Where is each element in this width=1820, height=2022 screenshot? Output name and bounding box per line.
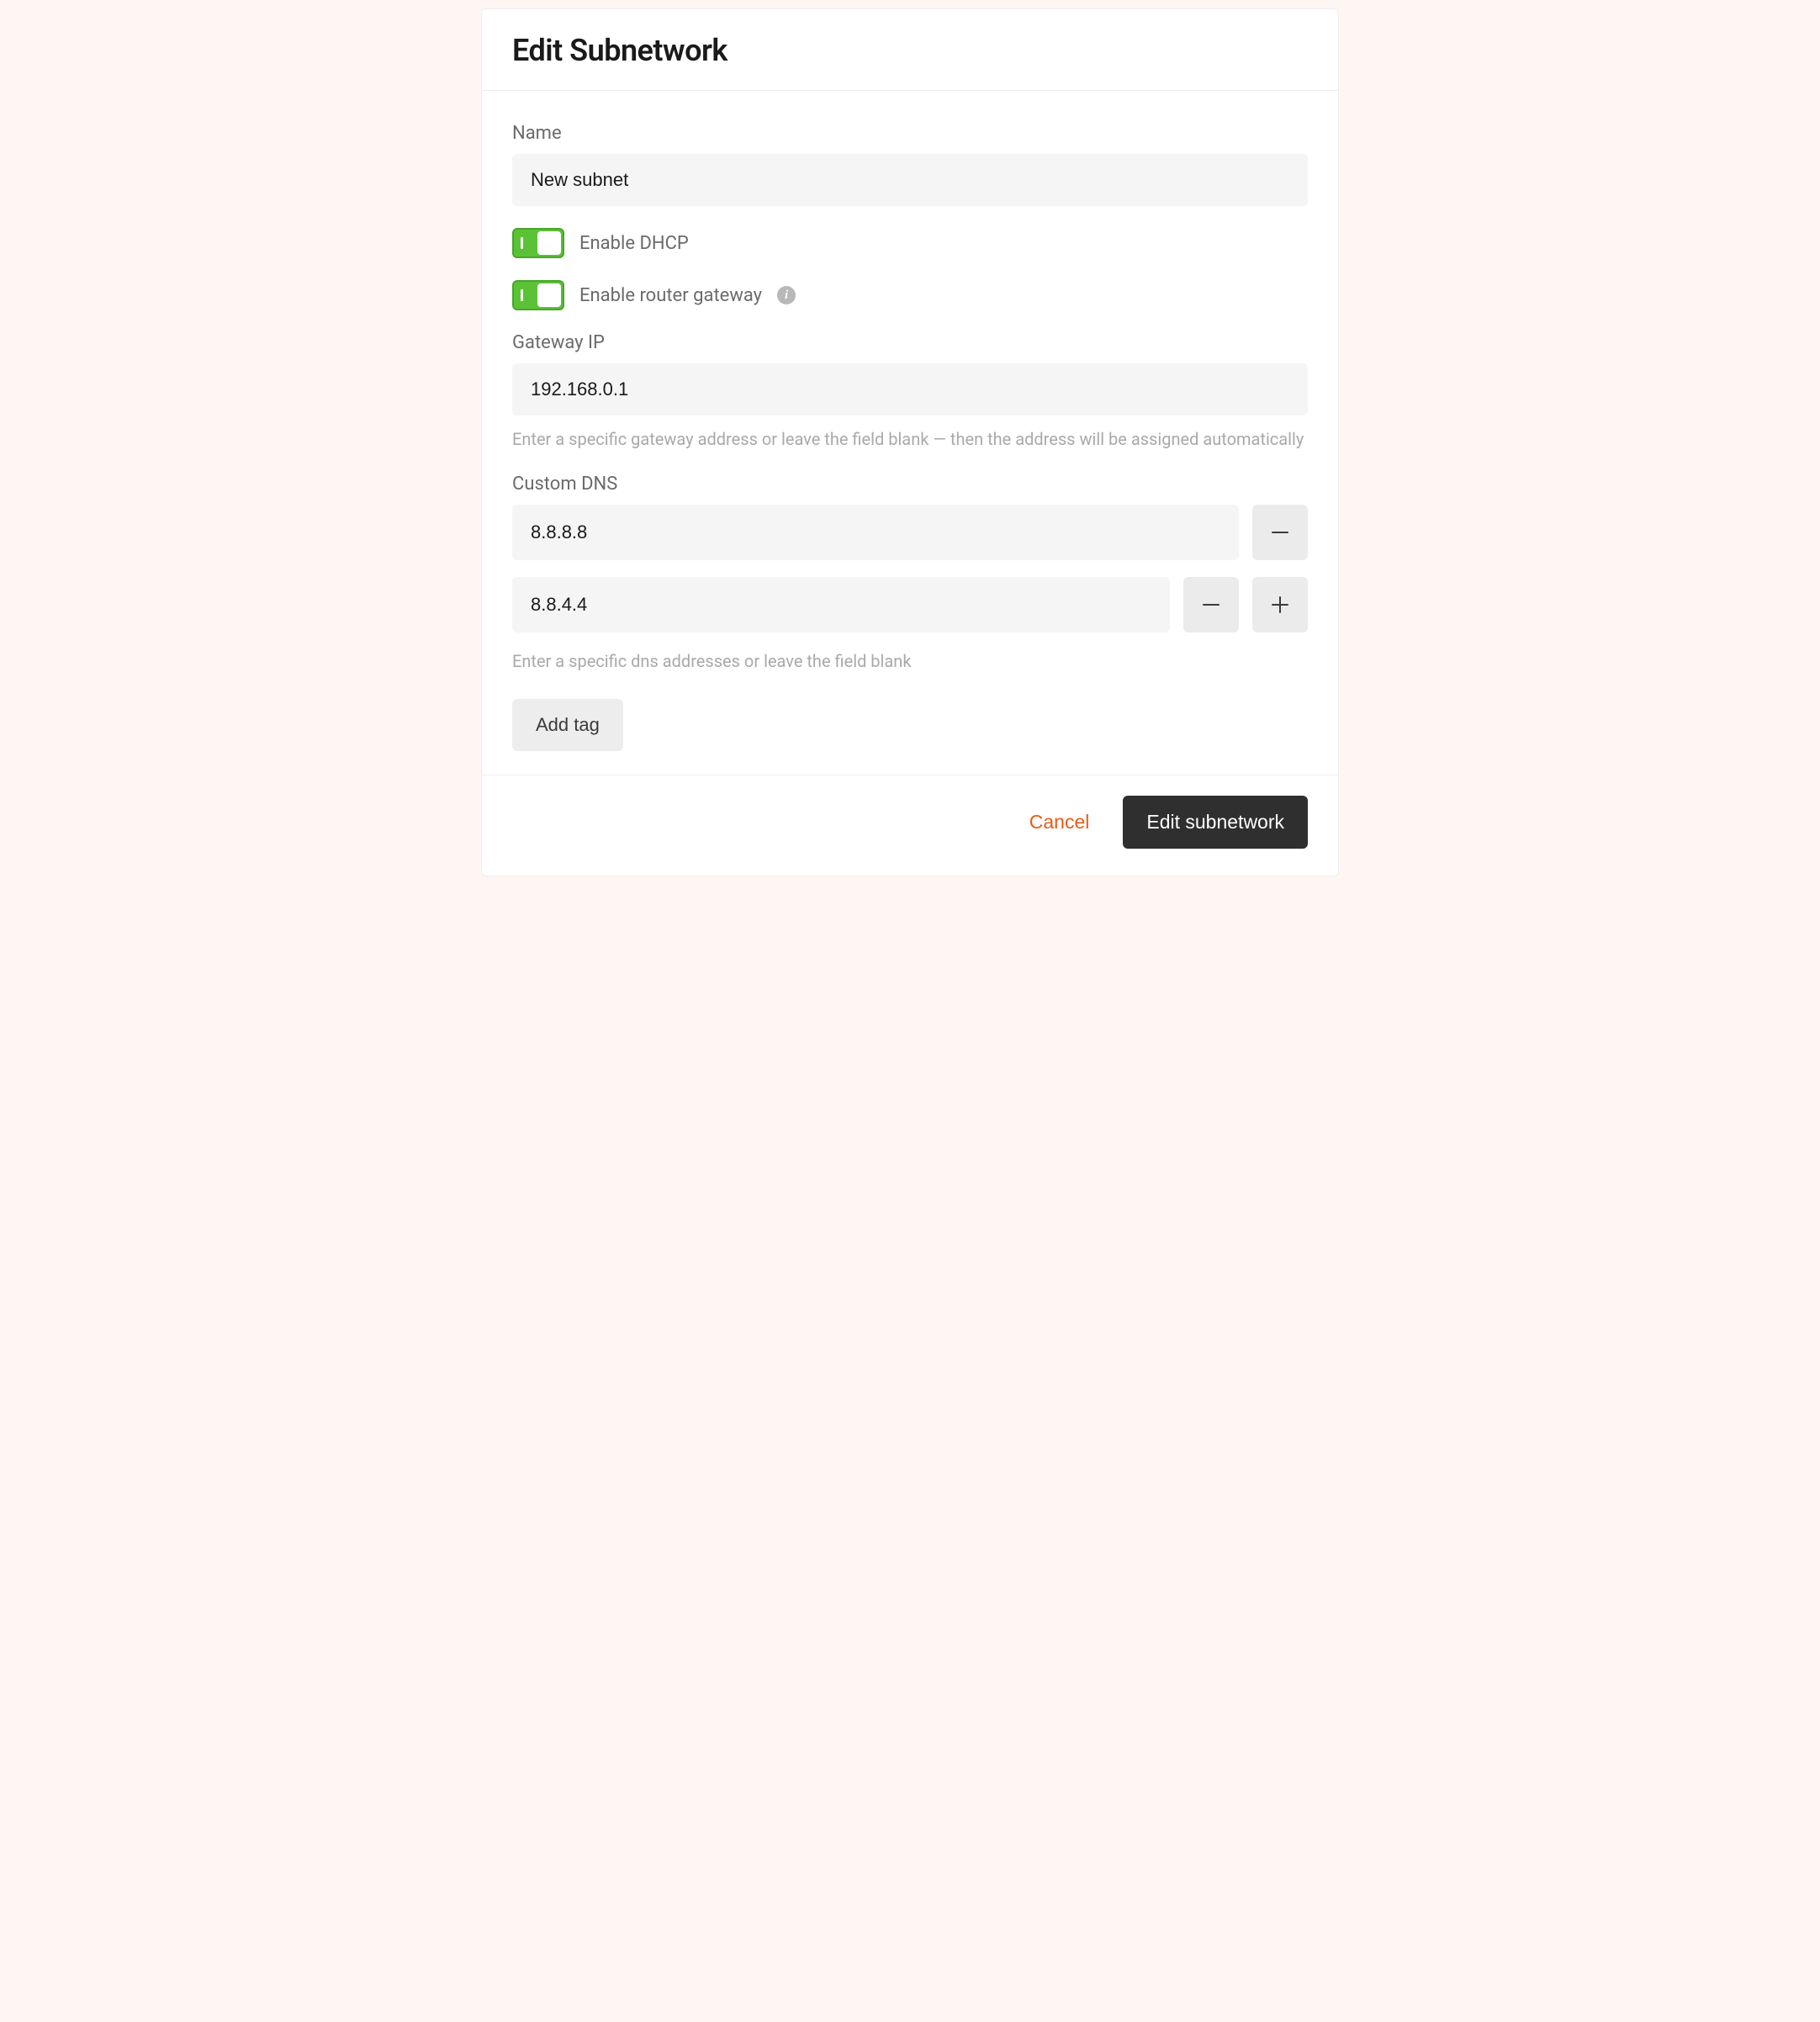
gateway-ip-label: Gateway IP bbox=[512, 332, 1308, 353]
custom-dns-group: Custom DNS Enter a specific dns addresse… bbox=[512, 474, 1308, 674]
enable-router-gateway-row: Enable router gateway i bbox=[512, 280, 1308, 310]
gateway-ip-input[interactable] bbox=[512, 363, 1308, 416]
custom-dns-label: Custom DNS bbox=[512, 474, 1308, 495]
gateway-ip-group: Gateway IP Enter a specific gateway addr… bbox=[512, 332, 1308, 452]
enable-dhcp-toggle[interactable] bbox=[512, 228, 564, 258]
enable-dhcp-row: Enable DHCP bbox=[512, 228, 1308, 258]
cancel-button[interactable]: Cancel bbox=[1029, 811, 1090, 834]
toggle-knob bbox=[537, 283, 561, 307]
edit-subnetwork-button[interactable]: Edit subnetwork bbox=[1123, 796, 1308, 849]
dns-add-button[interactable] bbox=[1252, 577, 1308, 633]
enable-dhcp-label: Enable DHCP bbox=[579, 233, 689, 254]
edit-subnetwork-dialog: Edit Subnetwork Name Enable DHCP Enable … bbox=[481, 8, 1339, 876]
dns-remove-button[interactable] bbox=[1183, 577, 1239, 633]
name-group: Name bbox=[512, 123, 1308, 206]
dns-remove-button[interactable] bbox=[1252, 505, 1308, 560]
toggle-on-icon bbox=[521, 237, 523, 249]
dialog-body: Name Enable DHCP Enable router gateway i… bbox=[482, 91, 1338, 775]
dialog-header: Edit Subnetwork bbox=[482, 9, 1338, 91]
toggle-on-icon bbox=[521, 289, 523, 301]
dns-row bbox=[512, 577, 1308, 633]
dialog-title: Edit Subnetwork bbox=[512, 33, 1308, 68]
info-icon[interactable]: i bbox=[777, 286, 796, 304]
custom-dns-help: Enter a specific dns addresses or leave … bbox=[512, 649, 1308, 674]
dns-row bbox=[512, 505, 1308, 560]
name-label: Name bbox=[512, 123, 1308, 144]
dialog-footer: Cancel Edit subnetwork bbox=[482, 775, 1338, 876]
add-tag-button[interactable]: Add tag bbox=[512, 699, 623, 751]
enable-router-gateway-label: Enable router gateway bbox=[579, 285, 762, 306]
plus-icon bbox=[1270, 595, 1290, 615]
dns-input[interactable] bbox=[512, 505, 1239, 560]
enable-router-gateway-toggle[interactable] bbox=[512, 280, 564, 310]
toggle-knob bbox=[537, 231, 561, 255]
gateway-ip-help: Enter a specific gateway address or leav… bbox=[512, 427, 1308, 452]
name-input[interactable] bbox=[512, 154, 1308, 206]
dns-input[interactable] bbox=[512, 577, 1170, 633]
minus-icon bbox=[1201, 595, 1221, 615]
minus-icon bbox=[1270, 522, 1290, 543]
